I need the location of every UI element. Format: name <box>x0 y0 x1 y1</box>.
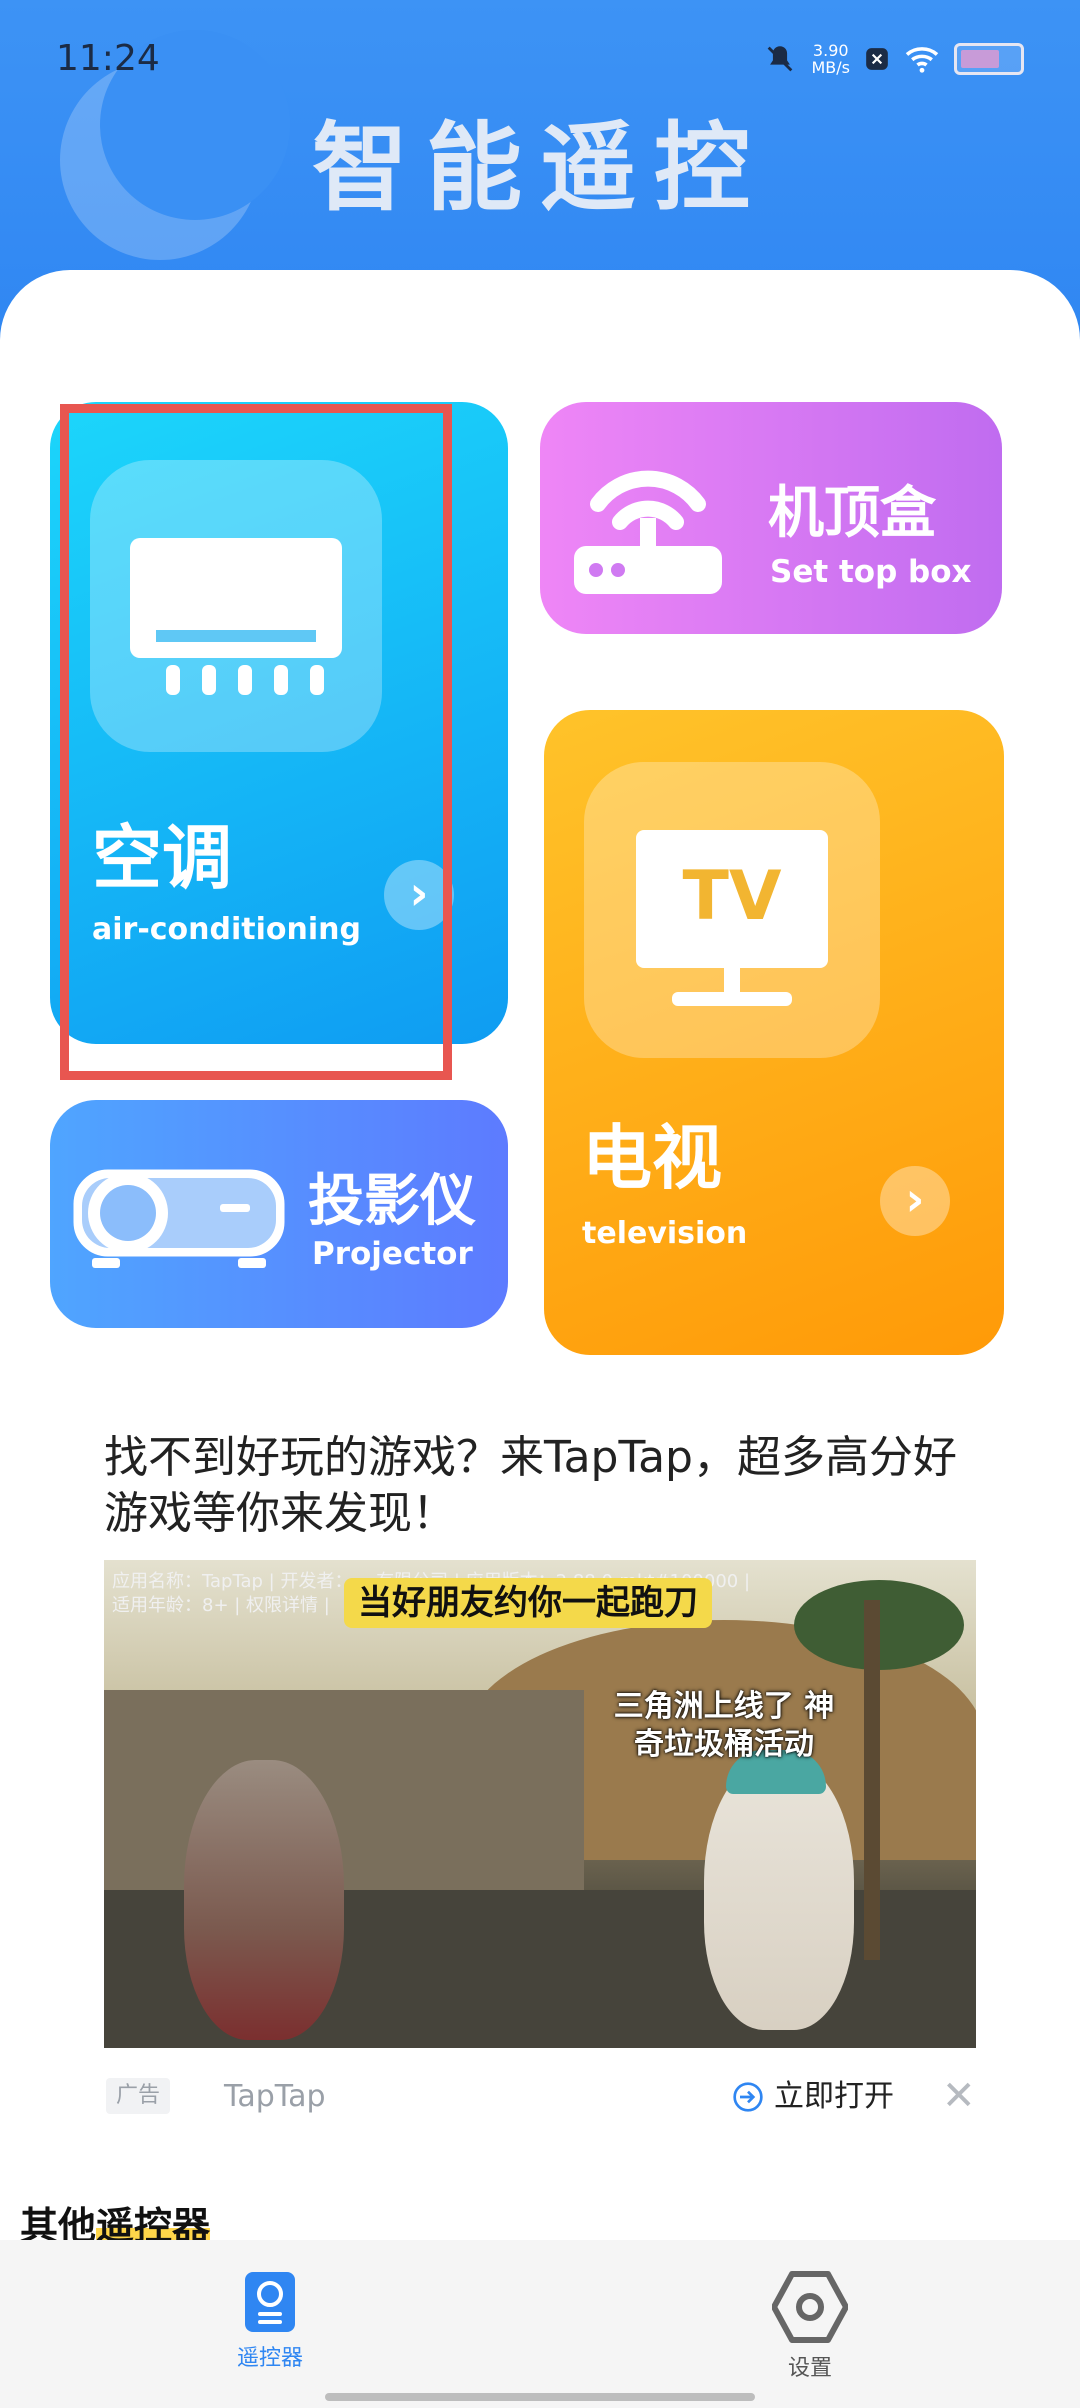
tv-icon: TV <box>584 762 880 1058</box>
stb-title: 机顶盒 <box>768 481 936 546</box>
cat-illustration <box>704 1760 854 2030</box>
router-icon <box>574 470 722 594</box>
status-time: 11:24 <box>56 38 160 79</box>
tab-settings[interactable]: 设置 <box>730 2270 890 2382</box>
page-title: 智能遥控 <box>312 112 768 224</box>
ad-title[interactable]: 找不到好玩的游戏？来TapTap，超多高分好游戏等你来发现！ <box>104 1430 984 1542</box>
net-speed: 3.90 MB/s <box>811 41 850 77</box>
projector-card[interactable]: 投影仪 Projector <box>50 1100 508 1328</box>
ad-brand: TapTap <box>224 2079 326 2114</box>
cat-illustration <box>184 1760 344 2040</box>
notification-app-icon <box>866 48 888 70</box>
mute-bell-icon <box>768 46 793 72</box>
bottom-nav: 遥控器 设置 <box>0 2240 1080 2408</box>
ad-banner-text: 当好朋友约你一起跑刀 <box>344 1578 712 1628</box>
hexagon-gear-icon <box>772 2271 848 2343</box>
tv-title: 电视 <box>582 1117 722 1199</box>
set-top-box-card[interactable]: 机顶盒 Set top box <box>540 402 1002 634</box>
highlight-box <box>60 404 452 1080</box>
ad-badge: 广告 <box>106 2078 171 2114</box>
tab-remote[interactable]: 遥控器 <box>190 2270 350 2372</box>
remote-icon <box>245 2272 295 2332</box>
tv-screen-label: TV <box>682 857 782 936</box>
ad-close-icon[interactable]: ✕ <box>942 2074 976 2118</box>
television-card[interactable]: TV 电视 television › <box>544 710 1004 1355</box>
projector-subtitle: Projector <box>312 1236 473 1272</box>
arrow-enter-icon <box>733 2082 763 2112</box>
tv-subtitle: television <box>582 1216 748 1251</box>
home-indicator[interactable] <box>325 2393 755 2401</box>
ad-caption: 三角洲上线了 神奇垃圾桶活动 <box>613 1689 835 1762</box>
projector-icon <box>73 1169 285 1268</box>
status-bar: 11:24 3.90 MB/s <box>0 30 1080 94</box>
tv-chevron-right-icon[interactable]: › <box>880 1166 950 1236</box>
stb-subtitle: Set top box <box>770 554 972 590</box>
ad-open-button[interactable]: 立即打开 <box>732 2078 894 2116</box>
ad-footer: 广告 TapTap 立即打开 ✕ <box>104 2070 980 2126</box>
wifi-icon <box>905 47 939 73</box>
projector-title: 投影仪 <box>308 1169 476 1234</box>
ad-image[interactable]: 应用名称：TapTap | 开发者：… 有限公司 | 应用版本：2.88.0-m… <box>104 1560 976 2048</box>
battery-icon <box>954 43 1024 75</box>
